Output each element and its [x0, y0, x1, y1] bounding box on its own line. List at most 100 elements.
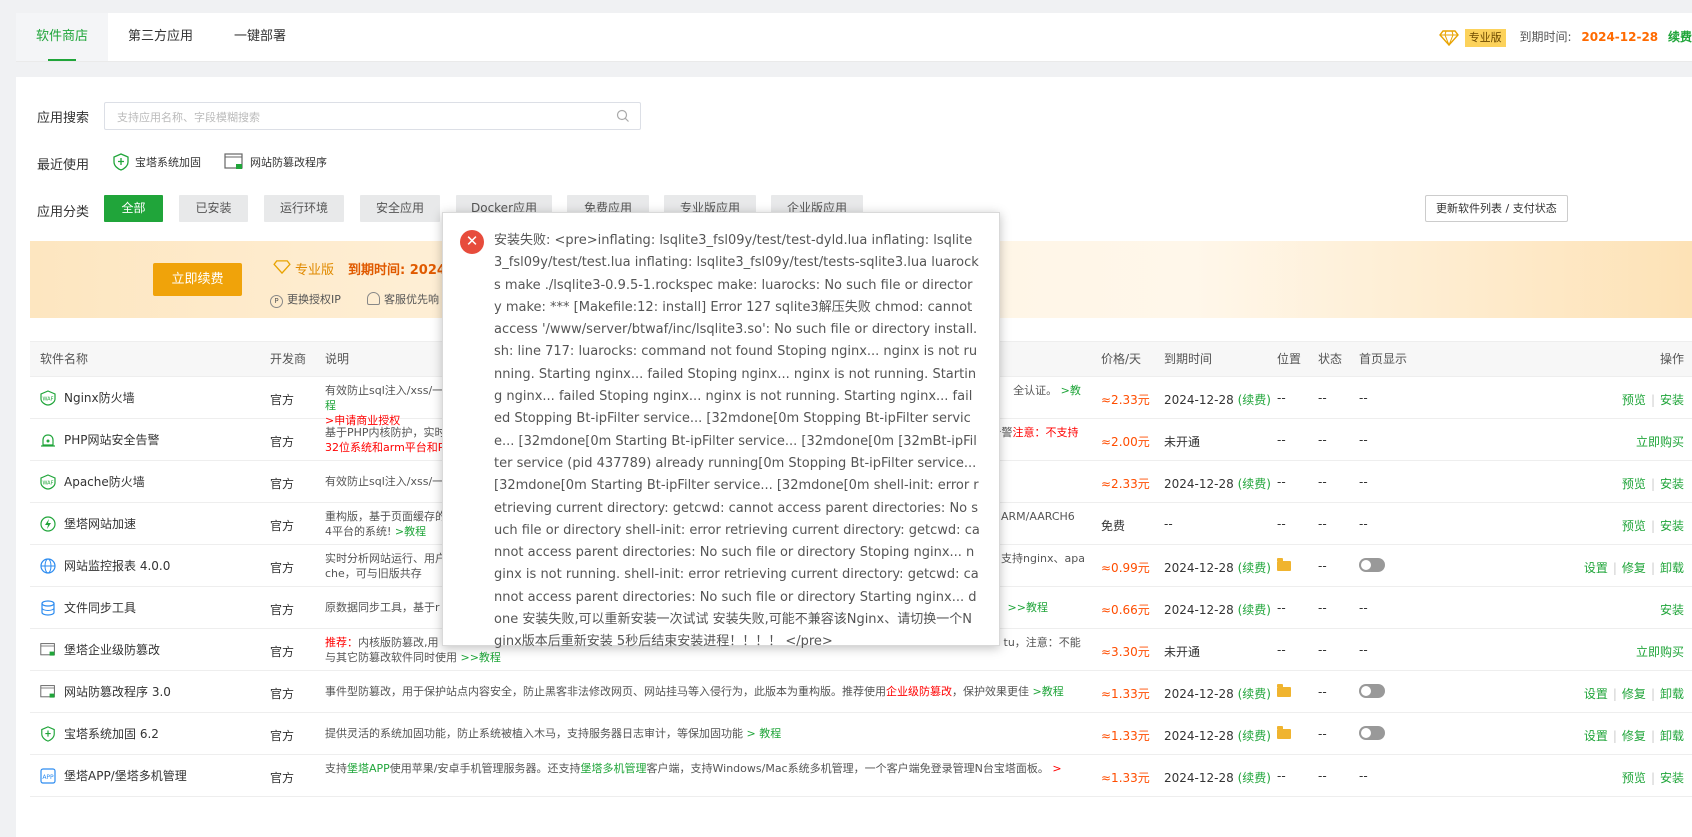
renew-now-button[interactable]: 立即续费 — [153, 263, 242, 296]
preview-link[interactable]: 预览 — [1622, 393, 1646, 407]
search-icon[interactable] — [616, 109, 630, 123]
app-name-cell[interactable]: 网站防篡改程序 3.0 — [40, 683, 171, 700]
app-status: -- — [1318, 475, 1327, 489]
app-name-cell[interactable]: WAF Apache防火墙 — [40, 473, 145, 490]
renew-link[interactable]: (续费) — [1238, 477, 1271, 491]
app-name-cell[interactable]: APP 堡塔APP/堡塔多机管理 — [40, 767, 187, 784]
tab-one-click-deploy[interactable]: 一键部署 — [220, 13, 300, 61]
app-status: -- — [1318, 559, 1327, 573]
app-developer: 官方 — [270, 687, 295, 701]
repair-link[interactable]: 修复 — [1622, 729, 1646, 743]
renew-link[interactable]: 续费 — [1668, 30, 1692, 44]
banner-change-ip[interactable]: P 更换授权IP — [270, 291, 341, 308]
update-software-list-button[interactable]: 更新软件列表 / 支付状态 — [1425, 195, 1568, 222]
install-link[interactable]: 安装 — [1660, 519, 1684, 533]
th-developer: 开发商 — [270, 352, 307, 366]
renew-link[interactable]: (续费) — [1238, 561, 1271, 575]
tutorial-link[interactable]: > 教程 — [747, 727, 782, 740]
desc-text: 有效防止sql注入/xss/一 — [325, 384, 444, 397]
app-home: -- — [1359, 391, 1368, 405]
expire-date: 2024-12-28 — [1164, 393, 1234, 407]
renew-link[interactable]: (续费) — [1238, 729, 1271, 743]
app-name-cell[interactable]: 文件同步工具 — [40, 599, 136, 616]
th-homepage: 首页显示 — [1359, 352, 1408, 366]
category-security[interactable]: 安全应用 — [360, 195, 440, 222]
app-expire: 2024-12-28 (续费) — [1164, 685, 1271, 702]
homepage-toggle[interactable] — [1359, 725, 1385, 740]
folder-icon[interactable] — [1277, 725, 1291, 740]
app-name-cell[interactable]: 网站监控报表 4.0.0 — [40, 557, 170, 574]
th-description: 说明 — [325, 352, 350, 366]
desc-text: 提供灵活的系统加固功能，防止系统被植入木马，支持服务器日志审计，等保加固功能 — [325, 727, 743, 740]
preview-link[interactable]: 预览 — [1622, 519, 1646, 533]
app-name-cell[interactable]: 堡塔网站加速 — [40, 515, 136, 532]
app-price: ≈2.00元 — [1101, 435, 1150, 449]
homepage-toggle[interactable] — [1359, 683, 1385, 698]
desc-text: 支持 — [325, 762, 347, 775]
repair-link[interactable]: 修复 — [1622, 687, 1646, 701]
buy-now-link[interactable]: 立即购买 — [1636, 645, 1684, 659]
app-actions: 立即购买 — [1636, 643, 1684, 660]
multi-manage-link[interactable]: 堡塔多机管理 — [581, 762, 647, 775]
pro-badge: 专业版 — [1464, 29, 1506, 47]
category-all[interactable]: 全部 — [104, 195, 163, 222]
expire-date: 2024-12-28 — [1164, 687, 1234, 701]
tutorial-link[interactable]: >教程 — [1033, 685, 1064, 698]
folder-icon[interactable] — [1277, 683, 1291, 698]
diamond-icon — [1438, 29, 1459, 46]
buy-now-link[interactable]: 立即购买 — [1636, 435, 1684, 449]
app-name: 堡塔企业级防篡改 — [64, 643, 161, 657]
app-actions: 预览 | 安装 — [1621, 519, 1684, 533]
folder-icon[interactable] — [1277, 557, 1291, 572]
recent-item-tamper-proof[interactable]: 网站防篡改程序 — [224, 153, 327, 171]
app-name-cell[interactable]: 宝塔系统加固 6.2 — [40, 725, 159, 742]
expire-date: 2024-12-28 — [1164, 477, 1234, 491]
app-position: -- — [1277, 391, 1286, 405]
settings-link[interactable]: 设置 — [1584, 561, 1608, 575]
desc-tail: 全认证。 — [1013, 384, 1058, 397]
uninstall-link[interactable]: 卸载 — [1660, 561, 1684, 575]
shield-icon — [41, 725, 55, 742]
renew-link[interactable]: (续费) — [1238, 393, 1271, 407]
browser-lock-icon — [40, 684, 55, 698]
tutorial-link[interactable]: > — [1052, 762, 1061, 775]
app-name-cell[interactable]: PHP网站安全告警 — [40, 431, 160, 448]
install-link[interactable]: 安装 — [1660, 393, 1684, 407]
category-runtime[interactable]: 运行环境 — [264, 195, 344, 222]
renew-link[interactable]: (续费) — [1238, 687, 1271, 701]
uninstall-link[interactable]: 卸载 — [1660, 729, 1684, 743]
tab-third-party[interactable]: 第三方应用 — [113, 13, 208, 61]
renew-link[interactable]: (续费) — [1238, 771, 1271, 785]
app-name-cell[interactable]: WAF Nginx防火墙 — [40, 389, 135, 406]
install-link[interactable]: 安装 — [1660, 771, 1684, 785]
settings-link[interactable]: 设置 — [1584, 729, 1608, 743]
recent-item-system-hardening[interactable]: 宝塔系统加固 — [113, 153, 201, 171]
bt-app-link[interactable]: 堡塔APP — [347, 762, 390, 775]
app-price: ≈1.33元 — [1101, 771, 1150, 785]
app-home: -- — [1359, 475, 1368, 489]
repair-link[interactable]: 修复 — [1622, 561, 1646, 575]
preview-link[interactable]: 预览 — [1622, 477, 1646, 491]
app-name: Apache防火墙 — [64, 475, 145, 489]
tab-software-store[interactable]: 软件商店 — [16, 13, 108, 61]
category-installed[interactable]: 已安装 — [179, 195, 248, 222]
th-position: 位置 — [1277, 352, 1302, 366]
app-expire: 未开通 — [1164, 645, 1201, 659]
app-position: -- — [1277, 433, 1286, 447]
tutorial-link[interactable]: >>教程 — [1008, 601, 1048, 614]
settings-link[interactable]: 设置 — [1584, 687, 1608, 701]
preview-link[interactable]: 预览 — [1622, 771, 1646, 785]
uninstall-link[interactable]: 卸载 — [1660, 687, 1684, 701]
app-description: 事件型防篡改，用于保护站点内容安全，防止黑客非法修改网页、网站挂马等入侵行为，此… — [325, 684, 1085, 699]
tutorial-link[interactable]: >教程 — [395, 525, 426, 538]
homepage-toggle[interactable] — [1359, 557, 1385, 572]
enterprise-tamper-link[interactable]: 企业级防篡改 — [886, 685, 952, 698]
error-message: 安装失败: <pre>inflating: lsqlite3_fsl09y/te… — [494, 233, 980, 650]
install-link[interactable]: 安装 — [1660, 477, 1684, 491]
desc-warning: 注意：不支持 — [1012, 426, 1079, 439]
search-input[interactable] — [115, 107, 619, 127]
th-price: 价格/天 — [1101, 352, 1142, 366]
install-link[interactable]: 安装 — [1660, 603, 1684, 617]
app-name-cell[interactable]: 堡塔企业级防篡改 — [40, 641, 160, 658]
renew-link[interactable]: (续费) — [1238, 603, 1271, 617]
